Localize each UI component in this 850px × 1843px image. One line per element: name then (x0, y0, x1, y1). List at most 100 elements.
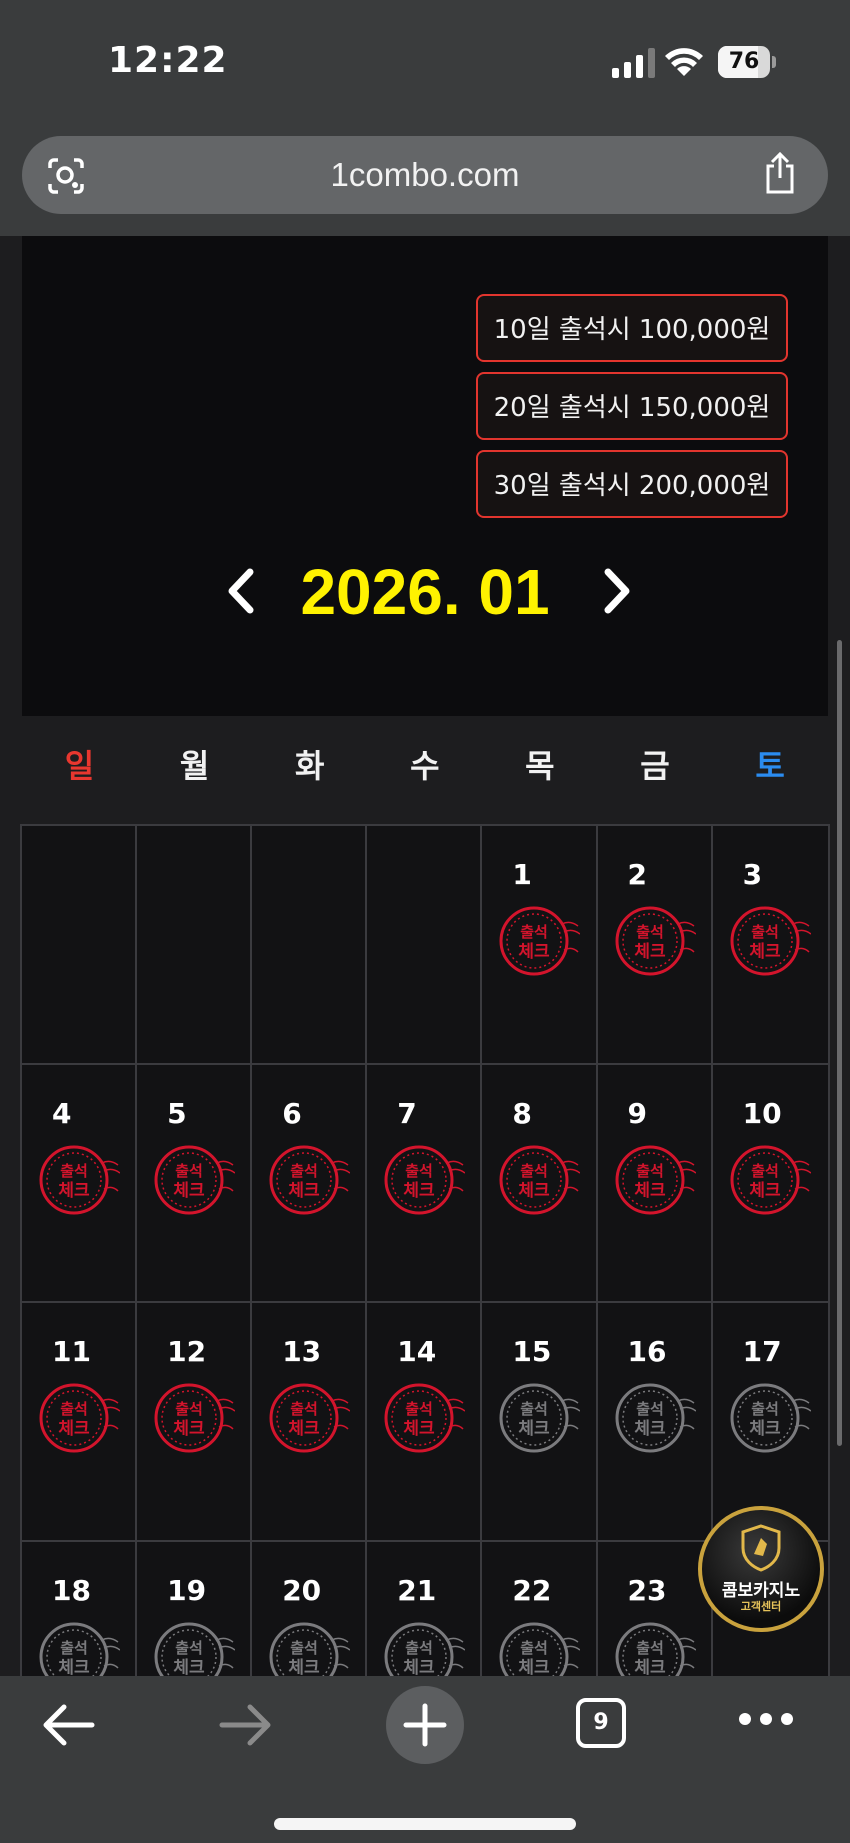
calendar-day-cell[interactable]: 9 출석 체크 (595, 1062, 715, 1305)
stamp-text: 체크 (58, 1181, 90, 1201)
chevron-right-icon[interactable] (596, 566, 636, 616)
reward-10-days: 10일 출석시 100,000원 (476, 294, 788, 362)
attendance-stamp-icon: 출석체크 (154, 1145, 236, 1214)
stamp-text: 출석 (521, 1400, 549, 1418)
calendar-day-cell[interactable]: 20 출석 체크 (250, 1539, 370, 1677)
attendance-stamp-icon: 출석체크 (730, 1383, 811, 1453)
attendance-stamp-icon: 출석체크 (499, 1145, 581, 1214)
calendar-day-cell[interactable]: 7 출석 체크 (365, 1062, 485, 1305)
calendar-day-cell[interactable]: 21 출석 체크 (365, 1539, 485, 1677)
day-number: 15 (512, 1335, 552, 1368)
attendance-stamp-icon: 출석체크 (615, 1383, 696, 1453)
calendar-day-cell[interactable]: 22 출석 체크 (480, 1539, 600, 1677)
calendar-day-cell[interactable]: 19 출석 체크 (135, 1539, 255, 1676)
calendar-day-cell[interactable]: 14 출석 체크 (365, 1301, 485, 1543)
back-arrow-icon[interactable] (40, 1700, 96, 1750)
stamp-text: 체크 (289, 1181, 321, 1201)
day-number: 9 (627, 1096, 647, 1130)
stamp-text: 체크 (173, 1181, 205, 1201)
stamp-text: 체크 (289, 1419, 321, 1439)
url-text[interactable]: 1combo.com (22, 136, 828, 214)
stamp-text: 출석 (636, 923, 664, 941)
day-number: 19 (167, 1573, 207, 1607)
stamp-text: 체크 (634, 1658, 666, 1677)
attendance-stamp-icon: 출석체크 (39, 1622, 120, 1676)
more-icon[interactable] (738, 1712, 794, 1726)
calendar-day-cell[interactable]: 23 출석 체크 (595, 1539, 715, 1677)
day-number: 17 (742, 1335, 782, 1368)
share-icon[interactable] (760, 152, 800, 196)
forward-arrow-icon[interactable] (218, 1700, 274, 1750)
calendar-day-cell[interactable]: 6 출석 체크 (250, 1062, 370, 1305)
weekday-label: 일 (64, 747, 95, 785)
home-indicator (274, 1818, 576, 1830)
calendar-empty-cell (20, 824, 139, 1066)
attendance-stamp-icon: 출석체크 (615, 1145, 696, 1214)
day-number: 11 (52, 1335, 91, 1368)
attendance-stamp-icon: 출석체크 (269, 1145, 351, 1214)
battery-icon: 76 (718, 46, 776, 78)
stamp-text: 출석 (60, 1639, 88, 1657)
calendar-day-cell[interactable]: 18 출석 체크 (20, 1539, 139, 1676)
wifi-icon (665, 48, 703, 76)
attendance-stamp-icon: 출석체크 (269, 1622, 351, 1677)
calendar-day-cell[interactable]: 10 출석 체크 (710, 1062, 830, 1305)
address-bar[interactable]: 1combo.com (22, 136, 828, 214)
attendance-header: 10일 출석시 100,000원 20일 출석시 150,000원 30일 출석… (22, 236, 828, 716)
day-number: 20 (282, 1573, 322, 1607)
tabs-button[interactable]: 9 (576, 1698, 626, 1748)
stamp-text: 체크 (404, 1419, 436, 1439)
stamp-text: 체크 (519, 1658, 551, 1677)
day-number: 18 (52, 1573, 91, 1607)
stamp-text: 체크 (749, 1419, 781, 1439)
day-number: 21 (397, 1573, 437, 1607)
day-number: 6 (282, 1096, 302, 1130)
calendar-day-cell[interactable]: 15 출석 체크 (480, 1301, 600, 1543)
day-number: 23 (627, 1573, 667, 1607)
stamp-text: 출석 (751, 1162, 779, 1180)
scrollbar[interactable] (837, 640, 842, 1446)
stamp-text: 출석 (60, 1162, 88, 1180)
stamp-text: 출석 (521, 923, 549, 941)
day-number: 1 (512, 858, 532, 891)
calendar-day-cell[interactable]: 1 출석 체크 (480, 824, 600, 1066)
calendar-day-cell[interactable]: 11 출석 체크 (20, 1301, 139, 1543)
calendar-day-cell[interactable]: 5 출석 체크 (135, 1062, 255, 1305)
calendar-day-cell[interactable]: 3 출석 체크 (710, 824, 830, 1066)
stamp-text: 출석 (290, 1400, 318, 1418)
stamp-text: 출석 (290, 1639, 318, 1657)
stamp-text: 출석 (405, 1162, 433, 1180)
day-number: 8 (512, 1096, 532, 1130)
stamp-text: 체크 (634, 1419, 666, 1439)
new-tab-button[interactable] (386, 1686, 464, 1764)
stamp-text: 체크 (289, 1658, 321, 1677)
day-number: 12 (167, 1335, 207, 1368)
day-number: 10 (742, 1096, 782, 1130)
stamp-text: 체크 (404, 1658, 436, 1677)
day-number: 13 (282, 1335, 322, 1368)
stamp-text: 출석 (751, 1400, 779, 1418)
calendar-day-cell[interactable]: 8 출석 체크 (480, 1062, 600, 1305)
attendance-stamp-icon: 출석체크 (384, 1383, 466, 1453)
attendance-stamp-icon: 출석체크 (615, 906, 696, 976)
calendar-day-cell[interactable]: 4 출석 체크 (20, 1062, 139, 1305)
weekday-header: 일월화수목금토 (22, 726, 828, 806)
weekday-label: 금 (640, 747, 670, 785)
status-time: 12:22 (108, 40, 228, 81)
status-bar: 12:22 76 (0, 0, 850, 118)
calendar-day-cell[interactable]: 17 출석 체크 (710, 1301, 830, 1543)
calendar-day-cell[interactable]: 16 출석 체크 (595, 1301, 715, 1543)
stamp-text: 출석 (521, 1162, 549, 1180)
stamp-text: 출석 (175, 1400, 203, 1418)
stamp-text: 출석 (290, 1162, 318, 1180)
calendar-day-cell[interactable]: 12 출석 체크 (135, 1301, 255, 1543)
calendar-day-cell[interactable]: 2 출석 체크 (595, 824, 715, 1066)
customer-support-button[interactable]: 콤보카지노 고객센터 (698, 1506, 824, 1632)
calendar-day-cell[interactable]: 13 출석 체크 (250, 1301, 370, 1543)
weekday-label: 토 (755, 747, 785, 785)
stamp-text: 체크 (634, 942, 666, 962)
cellular-signal-icon (612, 48, 655, 78)
calendar-empty-cell (250, 824, 370, 1066)
weekday-label: 화 (294, 747, 325, 785)
day-number: 16 (627, 1335, 667, 1368)
